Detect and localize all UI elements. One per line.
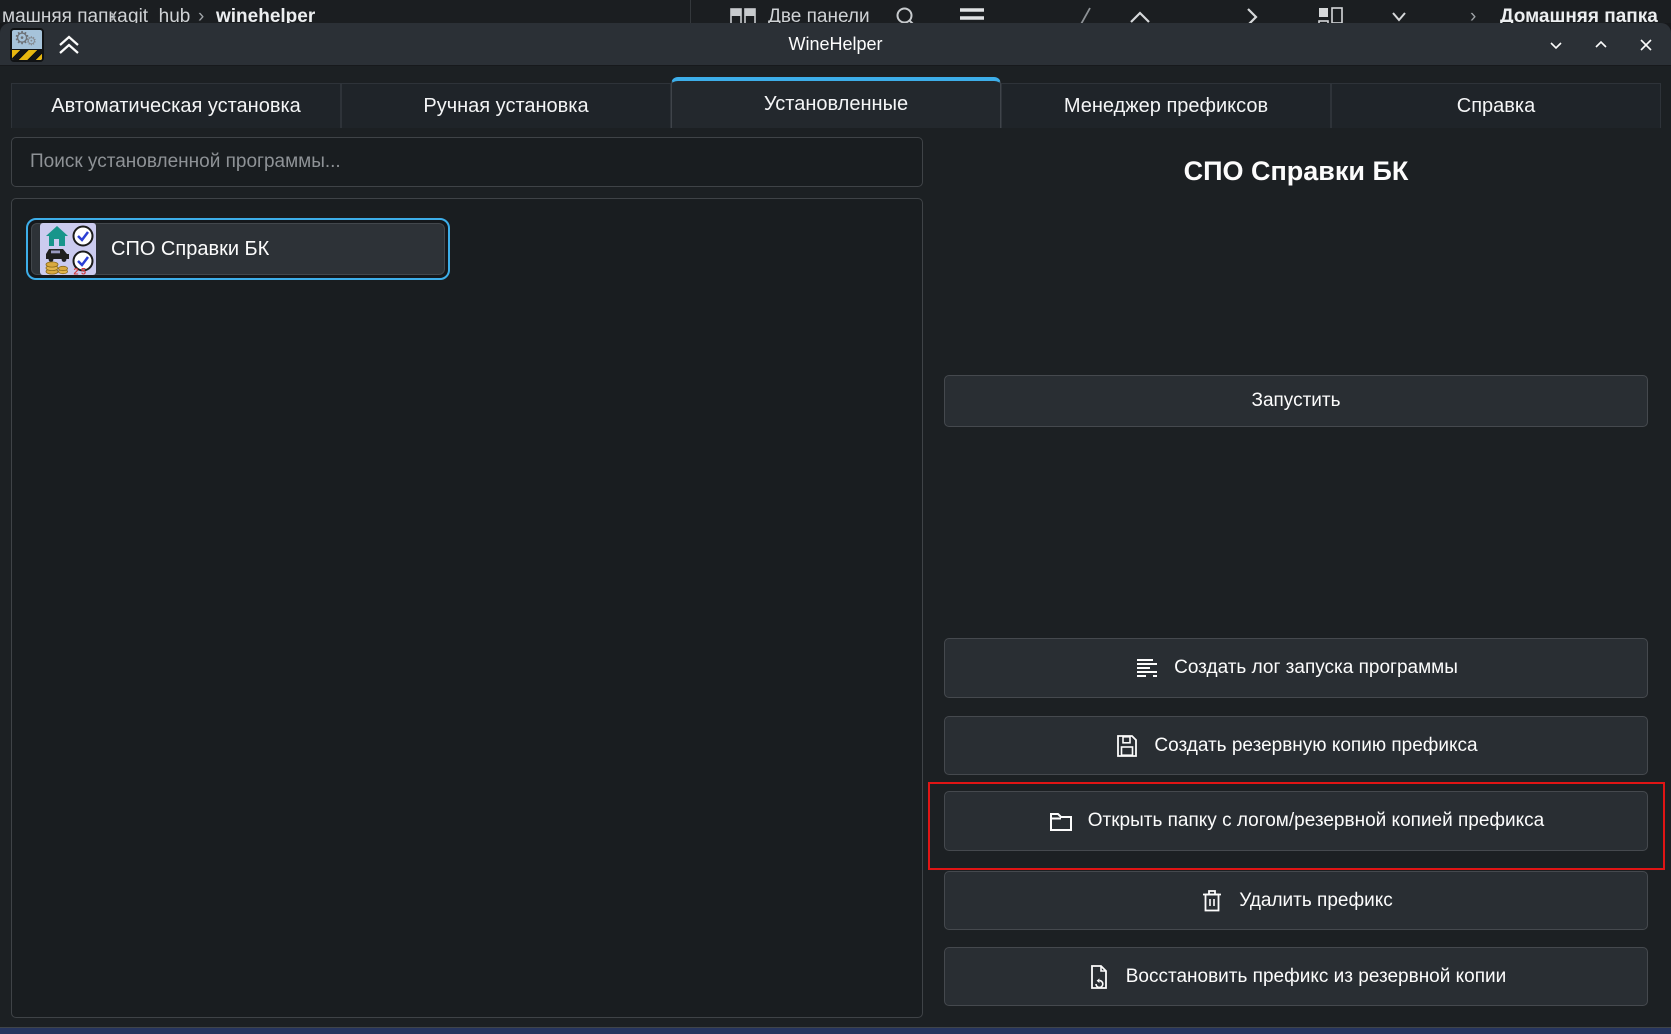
log-lines-icon <box>1134 655 1160 681</box>
tab-bar: Автоматическая установка Ручная установк… <box>0 66 1671 128</box>
hazard-stripes <box>12 49 42 60</box>
search-icon <box>895 6 917 23</box>
selected-program-title: СПО Справки БК <box>944 149 1648 193</box>
tab-label: Автоматическая установка <box>51 95 301 118</box>
caret-down-icon <box>1390 10 1408 23</box>
restore-document-icon <box>1086 964 1112 990</box>
run-button[interactable]: Запустить <box>944 375 1648 427</box>
program-list-item-selected[interactable]: 2 5 СПО Справки БК <box>26 218 450 280</box>
toolbar-divider <box>690 0 691 23</box>
split-view-button[interactable] <box>730 0 756 23</box>
backup-prefix-button[interactable]: Создать резервную копию префикса <box>944 716 1648 775</box>
breadcrumb-segment-current[interactable]: winehelper <box>216 0 315 23</box>
tab-installed[interactable]: Установленные <box>671 77 1001 128</box>
menu-button[interactable] <box>958 0 986 23</box>
background-statusbar <box>0 1028 1671 1034</box>
backup-prefix-label: Создать резервную копию префикса <box>1154 735 1477 757</box>
restore-prefix-label: Восстановить префикс из резервной копии <box>1126 966 1507 988</box>
tab-prefix-manager[interactable]: Менеджер префиксов <box>1001 83 1331 128</box>
hamburger-menu-icon <box>958 6 986 23</box>
breadcrumb-label: winehelper <box>216 6 315 23</box>
view-mode-icon <box>1318 6 1344 23</box>
breadcrumb-segment[interactable]: машняя папка <box>2 0 128 23</box>
installed-programs-list: 2 5 СПО Справки БК <box>11 198 923 1018</box>
titlebar[interactable]: WineHelper ⚙ ⚙ <box>0 23 1671 66</box>
create-log-button[interactable]: Создать лог запуска программы <box>944 638 1648 698</box>
home-breadcrumb[interactable]: Домашняя папка <box>1500 0 1658 23</box>
folder-icon <box>1048 808 1074 834</box>
breadcrumb-separator-icon: › <box>1470 0 1476 23</box>
delete-prefix-label: Удалить префикс <box>1239 890 1393 912</box>
breadcrumb-separator-icon: › <box>110 0 116 23</box>
maximize-button[interactable] <box>1592 36 1610 54</box>
minimize-button[interactable] <box>1547 36 1565 54</box>
close-icon <box>1637 36 1655 54</box>
slash-icon <box>1078 0 1092 23</box>
program-name: СПО Справки БК <box>111 238 269 261</box>
chevron-up-icon <box>1128 9 1152 23</box>
maximize-icon <box>1592 36 1610 54</box>
open-folder-button[interactable]: Открыть папку с логом/резервной копией п… <box>944 791 1648 851</box>
tab-label: Менеджер префиксов <box>1064 95 1268 118</box>
floppy-disk-icon <box>1114 733 1140 759</box>
view-mode-button[interactable] <box>1318 0 1344 23</box>
double-chevron-up-icon <box>56 34 82 56</box>
view-mode-dropdown[interactable] <box>1390 0 1408 23</box>
split-view-label-wrap[interactable]: Две панели <box>768 0 870 23</box>
chevron-right-icon <box>1244 7 1260 23</box>
restore-prefix-button[interactable]: Восстановить префикс из резервной копии <box>944 947 1648 1006</box>
open-folder-label: Открыть папку с логом/резервной копией п… <box>1088 810 1545 832</box>
svg-text:2 5: 2 5 <box>74 267 87 276</box>
delete-prefix-button[interactable]: Удалить префикс <box>944 871 1648 930</box>
breadcrumb-label: машняя папка <box>2 6 128 23</box>
run-button-label: Запустить <box>1251 390 1340 412</box>
installed-search-input[interactable] <box>11 137 923 187</box>
trash-icon <box>1199 888 1225 914</box>
keep-above-button[interactable] <box>56 34 82 56</box>
tab-help[interactable]: Справка <box>1331 83 1661 128</box>
program-app-icon: 2 5 <box>40 223 96 275</box>
forward-button[interactable] <box>1244 0 1260 23</box>
breadcrumb-segment[interactable]: git_hub <box>128 0 190 23</box>
create-log-label: Создать лог запуска программы <box>1174 657 1458 679</box>
winehelper-app-icon: ⚙ ⚙ <box>10 28 44 62</box>
home-breadcrumb-label: Домашняя папка <box>1500 6 1658 23</box>
dual-pane-icon <box>730 8 756 23</box>
minimize-icon <box>1547 36 1565 54</box>
up-button[interactable] <box>1128 0 1152 23</box>
background-window-toolbar: машняя папка › git_hub › winehelper Две … <box>0 0 1671 23</box>
gear-icon: ⚙ <box>26 34 37 48</box>
close-button[interactable] <box>1637 36 1655 54</box>
search-button[interactable] <box>895 0 917 23</box>
breadcrumb-separator-icon: › <box>198 0 204 23</box>
window-title: WineHelper <box>0 23 1671 66</box>
winehelper-window: WineHelper ⚙ ⚙ Автоматическая установка <box>0 23 1671 1028</box>
breadcrumb-label: git_hub <box>128 6 190 23</box>
tab-auto-install[interactable]: Автоматическая установка <box>11 83 341 128</box>
tab-label: Справка <box>1457 95 1535 118</box>
tab-label: Ручная установка <box>423 95 588 118</box>
tab-label: Установленные <box>764 93 908 116</box>
tab-manual-install[interactable]: Ручная установка <box>341 83 671 128</box>
split-view-label: Две панели <box>768 6 870 23</box>
